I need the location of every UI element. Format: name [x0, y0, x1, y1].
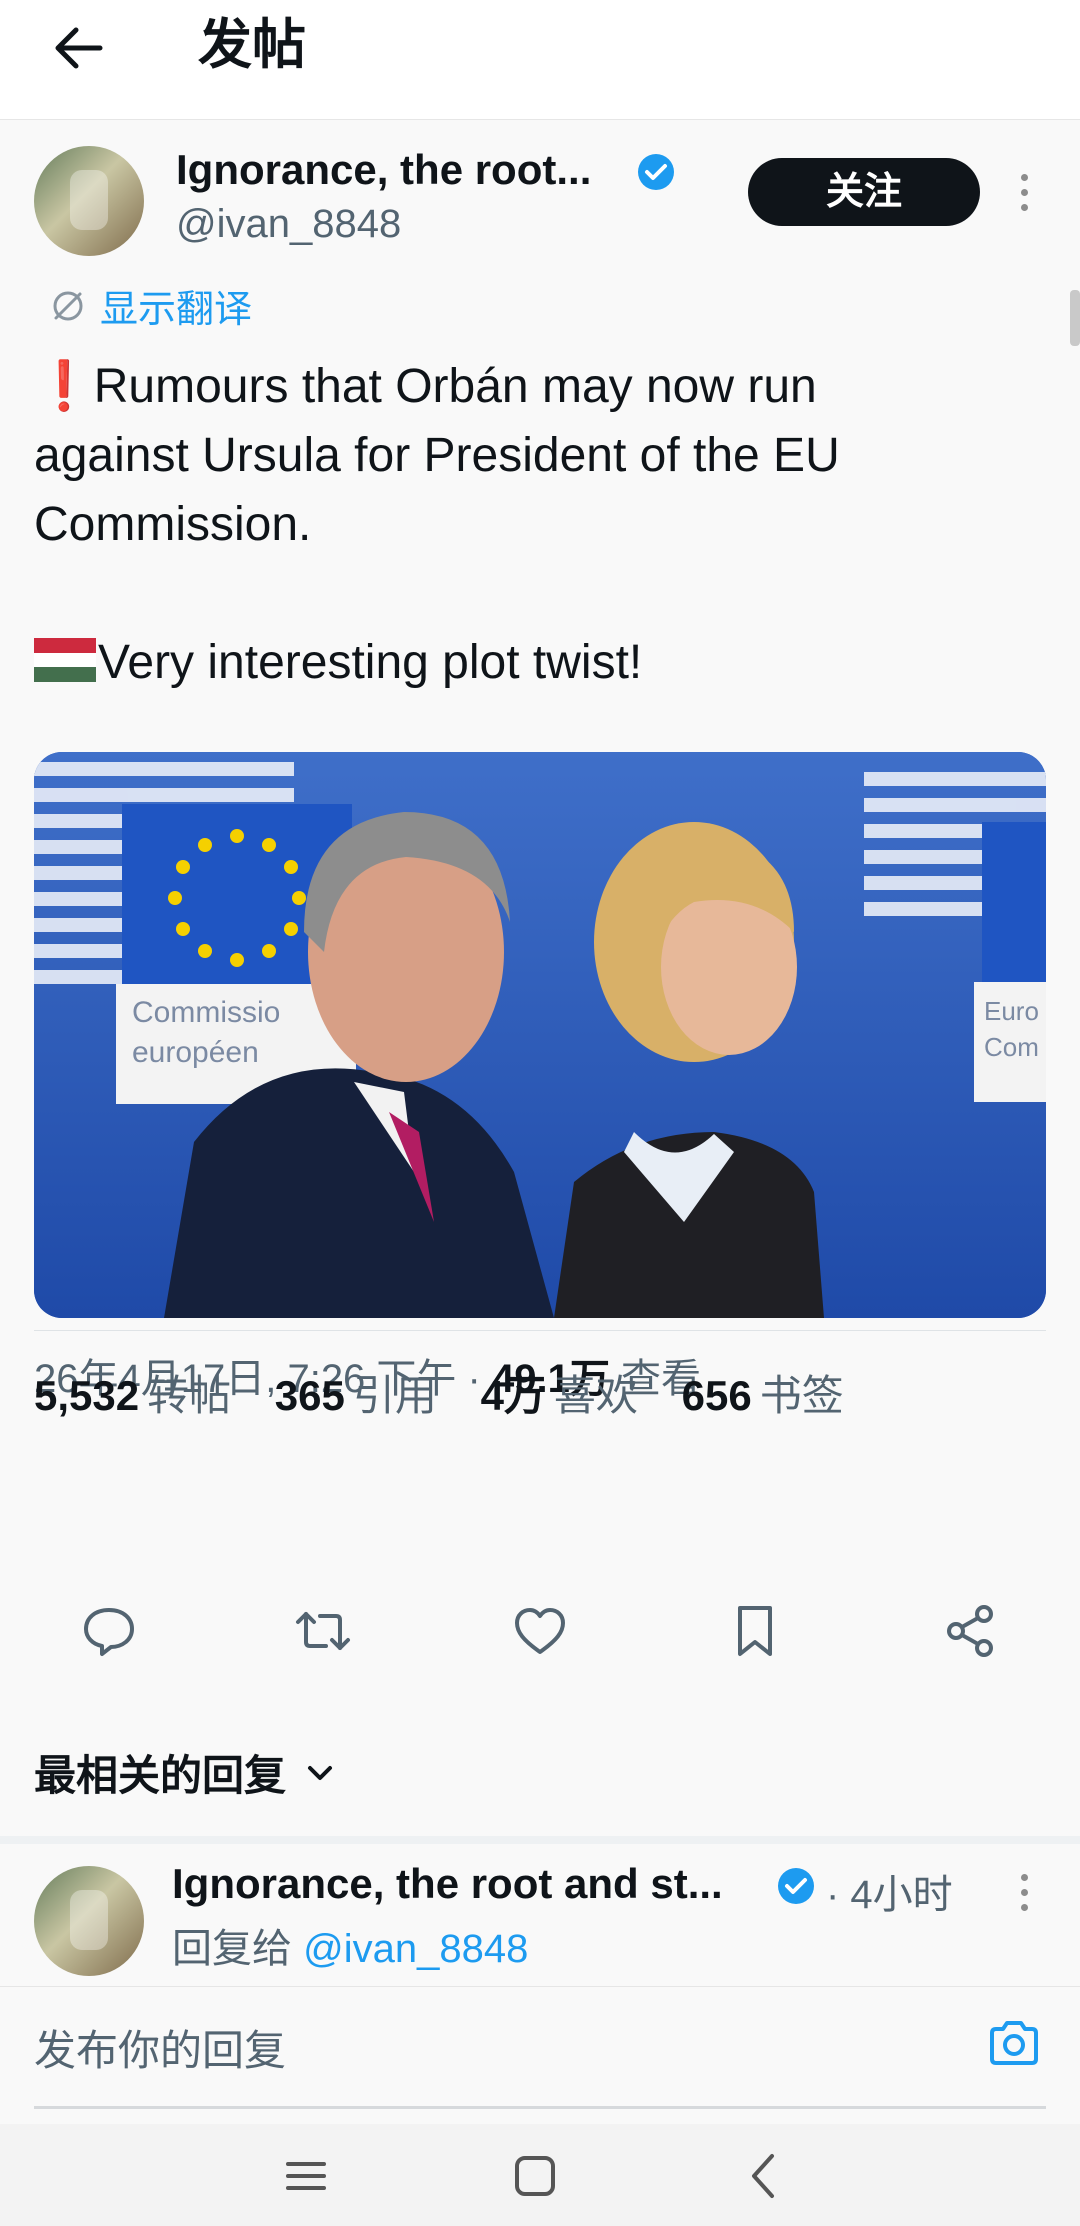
author-name[interactable]: Ignorance, the root...: [176, 146, 591, 194]
sign-text-left-1: Commissio: [132, 996, 280, 1029]
back-arrow-icon[interactable]: [48, 18, 108, 78]
bookmark-icon[interactable]: [724, 1600, 786, 1662]
tweet-text: ❗Rumours that Orbán may now run against …: [34, 352, 1034, 697]
action-bar: [0, 1600, 1080, 1680]
hungary-flag-icon: [34, 638, 96, 682]
tweet-text-line: against Ursula for President of the EU: [34, 429, 840, 482]
exclamation-emoji-icon: ❗: [34, 360, 94, 413]
system-navigation-bar: [0, 2124, 1080, 2226]
likes-label: 喜欢: [553, 1372, 638, 1419]
sign-text-right-1: Euro: [984, 996, 1039, 1026]
reply-to-prefix: 回复给: [172, 1927, 304, 1971]
show-translation-link[interactable]: 显示翻译: [48, 278, 252, 333]
reply-author-name[interactable]: Ignorance, the root and st...: [172, 1860, 723, 1908]
like-icon[interactable]: [509, 1600, 571, 1662]
quotes-label: 引用: [352, 1372, 437, 1419]
show-translation-label: 显示翻译: [100, 289, 253, 331]
translate-icon: [53, 291, 83, 320]
scrollbar[interactable]: [1070, 290, 1080, 346]
follow-button[interactable]: 关注: [748, 158, 980, 226]
verified-badge-icon: [638, 154, 674, 190]
likes-count: 4万: [480, 1372, 546, 1419]
author-avatar[interactable]: [34, 146, 144, 256]
likes-stat[interactable]: 4万 喜欢: [481, 1362, 638, 1423]
sign-text-right-2: Com: [984, 1032, 1039, 1062]
page-title: 发帖: [198, 15, 306, 75]
share-icon[interactable]: [940, 1600, 1002, 1662]
chevron-down-icon: [308, 1765, 333, 1780]
tweet-text-line: Rumours that Orbán may now run: [93, 360, 817, 413]
reply-sort-label: 最相关的回复: [34, 1752, 287, 1799]
bookmarks-count: 656: [681, 1372, 752, 1419]
reply-timestamp: · 4小时: [826, 1873, 953, 1917]
top-bar: 发帖: [0, 0, 1080, 120]
reply-more-options-icon[interactable]: [1018, 1874, 1030, 1916]
quotes-count: 365: [274, 1372, 345, 1419]
tweet-text-line: Very interesting plot twist!: [98, 636, 643, 689]
retweets-stat[interactable]: 5,532 转帖: [34, 1362, 231, 1423]
reply-to-line: 回复给 @ivan_8848: [172, 1916, 528, 1974]
bookmarks-label: 书签: [759, 1372, 844, 1419]
back-nav-icon[interactable]: [734, 2146, 794, 2206]
quotes-stat[interactable]: 365 引用: [275, 1362, 437, 1423]
engagement-stats: 5,532 转帖 365 引用 4万 喜欢 656 书签: [34, 1362, 876, 1423]
section-divider: [0, 1836, 1080, 1844]
reply-icon[interactable]: [78, 1600, 140, 1662]
camera-icon[interactable]: [986, 2015, 1042, 2071]
divider: [34, 1330, 1046, 1331]
more-options-icon[interactable]: [1018, 174, 1030, 216]
tweet-text-line: Commission.: [34, 498, 312, 551]
home-icon[interactable]: [505, 2146, 565, 2206]
sign-text-left-2: européen: [132, 1036, 259, 1069]
reply-input[interactable]: 发布你的回复: [34, 2017, 286, 2078]
reply-author-avatar[interactable]: [34, 1866, 144, 1976]
retweets-label: 转帖: [147, 1372, 232, 1419]
reply-item[interactable]: Ignorance, the root and st... · 4小时 回复给 …: [0, 1846, 1080, 1986]
tweet-photo[interactable]: Commissio européen Euro Com: [34, 752, 1046, 1318]
bookmarks-stat[interactable]: 656 书签: [682, 1362, 844, 1423]
verified-badge-icon: [778, 1868, 814, 1904]
reply-sort-selector[interactable]: 最相关的回复: [34, 1742, 336, 1803]
post-detail-screen: 发帖 Ignorance, the root... @ivan_8848 关注 …: [0, 0, 1080, 2226]
retweets-count: 5,532: [34, 1372, 140, 1419]
reply-to-handle-link[interactable]: @ivan_8848: [303, 1927, 528, 1971]
retweet-icon[interactable]: [292, 1600, 354, 1662]
recent-apps-icon[interactable]: [276, 2146, 336, 2206]
composer-underline: [34, 2106, 1046, 2109]
reply-composer: 发布你的回复: [0, 1986, 1080, 2114]
author-handle[interactable]: @ivan_8848: [176, 202, 401, 247]
